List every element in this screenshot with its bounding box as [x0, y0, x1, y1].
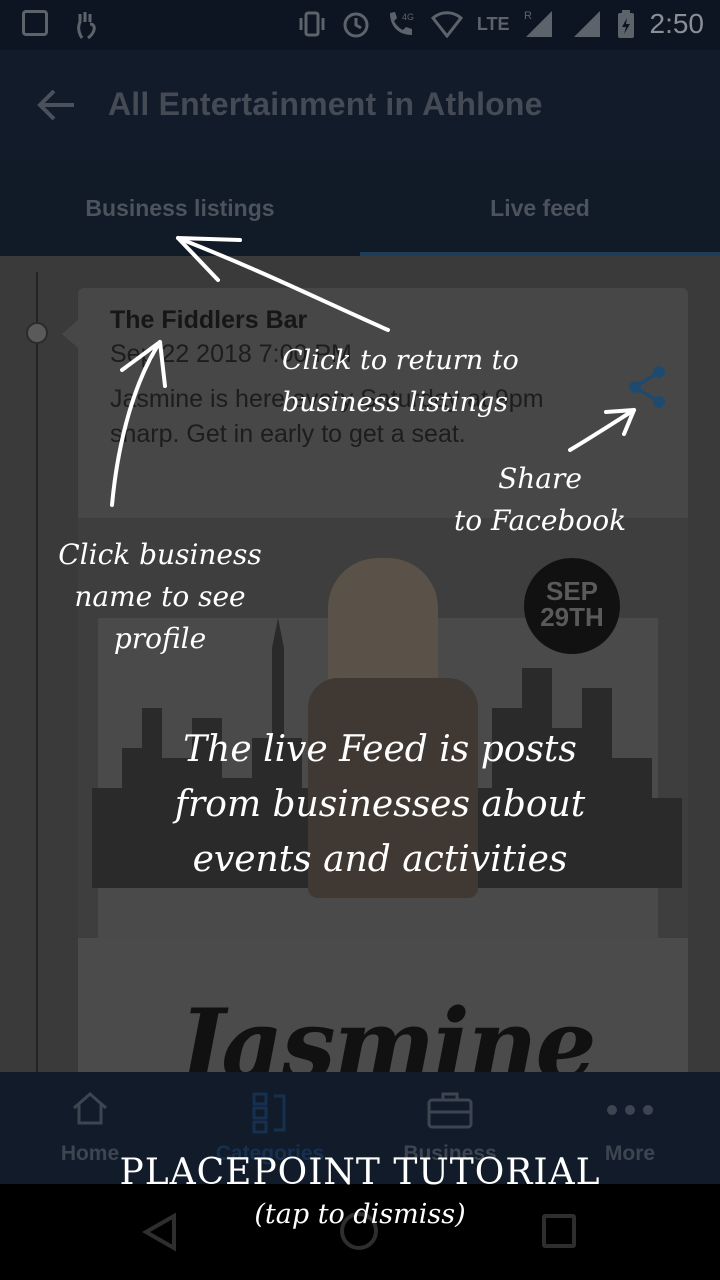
- tutorial-live-feed-hint: The live Feed is posts from businesses a…: [120, 722, 640, 887]
- timeline-dot: [26, 322, 48, 344]
- tab-business-listings[interactable]: Business listings: [0, 160, 360, 256]
- tab-bar: Business listings Live feed: [0, 160, 720, 256]
- tutorial-dismiss-hint[interactable]: (tap to dismiss): [0, 1196, 720, 1233]
- tutorial-return-line-2: business listings: [282, 387, 508, 418]
- badge-day: 29TH: [540, 602, 604, 632]
- svg-text:R: R: [524, 10, 532, 22]
- hand-icon: [77, 12, 96, 40]
- tutorial-profile-line-3: profile: [113, 622, 207, 655]
- post-business-name[interactable]: The Fiddlers Bar: [110, 306, 307, 335]
- back-arrow-icon[interactable]: [36, 88, 76, 122]
- alarm-icon: [343, 12, 369, 38]
- tutorial-return-hint: Click to return to business listings: [282, 340, 519, 424]
- tutorial-profile-line-1: Click business: [58, 538, 262, 571]
- categories-icon: [252, 1092, 286, 1134]
- timeline-line: [36, 272, 38, 1072]
- poster-script-title: Jasmine: [178, 988, 597, 1072]
- tutorial-live-line-2: from businesses about: [174, 784, 586, 825]
- share-icon[interactable]: [626, 364, 668, 410]
- home-icon: [73, 1092, 107, 1125]
- signal-2-icon: [573, 11, 600, 37]
- page-title: All Entertainment in Athlone: [108, 86, 543, 122]
- badge-month: SEP: [545, 576, 599, 606]
- tutorial-profile-hint: Click business name to see profile: [40, 534, 280, 660]
- call-icon: 4G: [389, 12, 414, 35]
- svg-text:4G: 4G: [402, 12, 414, 22]
- tutorial-live-line-1: The live Feed is posts: [183, 729, 577, 770]
- tab-live-feed[interactable]: Live feed: [360, 160, 720, 256]
- battery-icon: [617, 10, 634, 38]
- gallery-icon: [22, 10, 48, 36]
- tutorial-title[interactable]: PLACEPOINT TUTORIAL: [0, 1148, 720, 1198]
- network-type: LTE: [476, 13, 510, 34]
- poster-date-badge: SEP 29TH: [524, 558, 620, 654]
- tutorial-profile-line-2: name to see: [74, 580, 246, 613]
- card-pointer: [62, 320, 78, 348]
- tutorial-return-line-1: Click to return to: [282, 345, 519, 376]
- status-bar: 4G LTE R 2:50: [0, 0, 720, 50]
- signal-icon: R: [524, 10, 552, 37]
- more-icon: [607, 1105, 653, 1115]
- tutorial-live-line-3: events and activities: [192, 839, 568, 880]
- tutorial-share-line-2: to Facebook: [453, 504, 627, 537]
- briefcase-icon: [427, 1092, 473, 1129]
- tutorial-share-line-1: Share: [498, 462, 582, 495]
- app-bar: All Entertainment in Athlone: [0, 50, 720, 160]
- tutorial-share-hint: Share to Facebook: [440, 458, 640, 542]
- wifi-icon: [430, 11, 463, 38]
- status-time: 2:50: [649, 8, 705, 39]
- vibrate-icon: [299, 11, 325, 37]
